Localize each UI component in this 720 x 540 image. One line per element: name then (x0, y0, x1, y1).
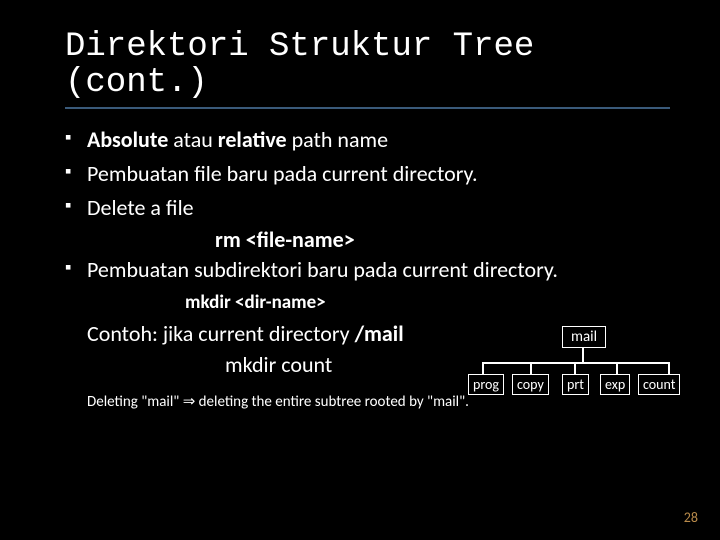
bullet-1: Absolute atau relative path name (65, 125, 670, 155)
bullet-1-mid: atau (168, 126, 217, 153)
tree-connector-icon (582, 348, 584, 362)
implies-icon: ⇒ (183, 393, 196, 411)
tree-connector-icon (482, 362, 484, 374)
bullet-list: Absolute atau relative path name Pembuat… (65, 125, 670, 222)
tree-connector-icon (668, 362, 670, 374)
example-path: /mail (355, 320, 404, 347)
page-number: 28 (684, 509, 698, 526)
tree-child: prt (562, 374, 589, 395)
directory-tree-diagram: mail prog copy prt exp count (468, 326, 678, 416)
tree-connector-icon (574, 362, 576, 374)
tree-child: count (638, 374, 680, 395)
tree-connector-icon (530, 362, 532, 374)
bullet-2: Pembuatan file baru pada current directo… (65, 159, 670, 189)
bullet-list-2: Pembuatan subdirektori baru pada current… (65, 255, 670, 285)
rm-command: rm <file-name> (215, 226, 670, 253)
mkdir-command: mkdir <dir-name> (185, 291, 670, 314)
tree-child: prog (468, 374, 504, 395)
footnote-pre: Deleting "mail" (87, 393, 183, 411)
tree-root: mail (562, 326, 606, 348)
example-pre: Contoh: jika current directory (87, 320, 355, 347)
tree-child: exp (600, 374, 630, 395)
slide-title: Direktori Struktur Tree (cont.) (65, 30, 670, 109)
bullet-4: Pembuatan subdirektori baru pada current… (65, 255, 670, 285)
footnote-post: deleting the entire subtree rooted by "m… (195, 393, 469, 411)
bullet-3: Delete a file (65, 193, 670, 223)
bullet-1-post: path name (287, 126, 388, 153)
tree-connector-icon (616, 362, 618, 374)
tree-child: copy (512, 374, 549, 395)
bullet-1-bold1: Absolute (87, 126, 168, 153)
bullet-1-bold2: relative (218, 126, 287, 153)
tree-connector-icon (482, 362, 670, 364)
